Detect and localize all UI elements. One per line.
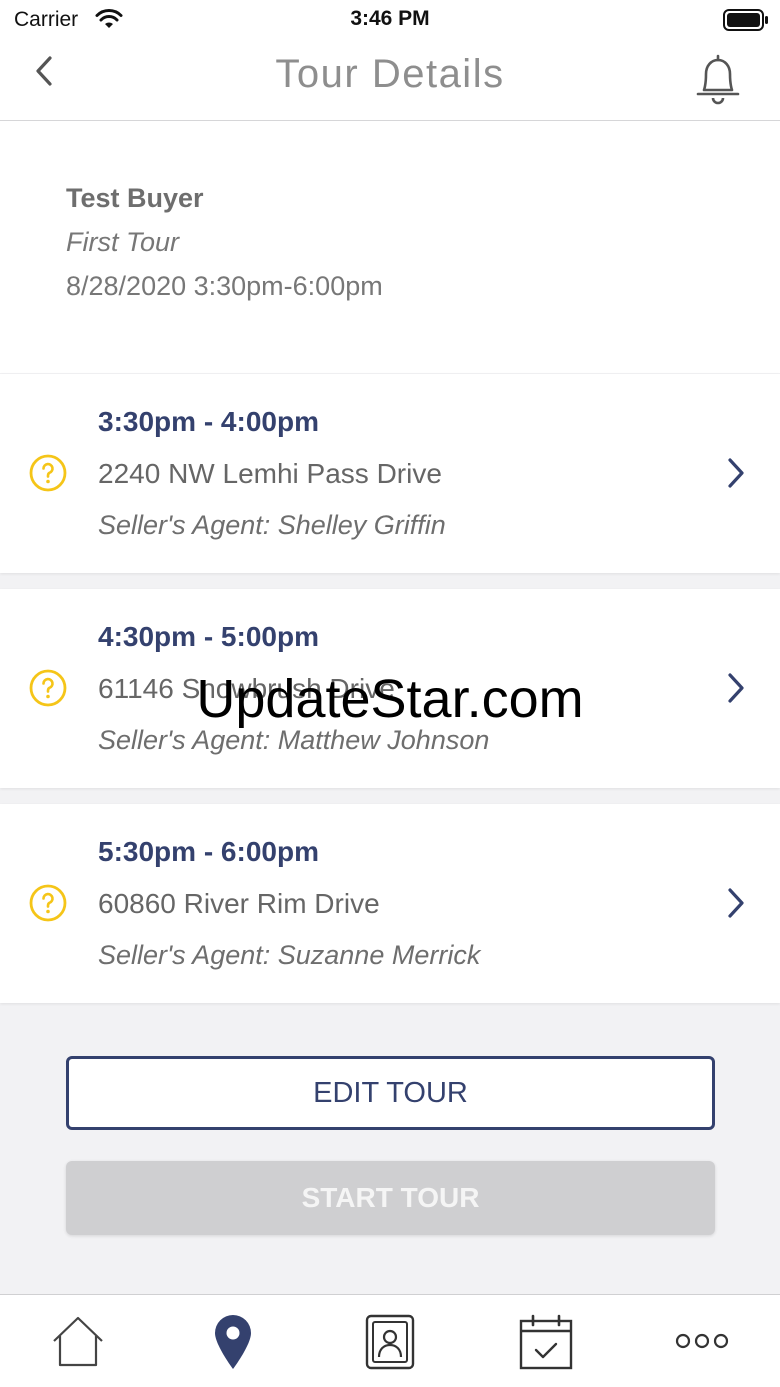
buyer-name: Test Buyer <box>66 183 204 213</box>
bell-icon <box>696 54 740 105</box>
stop-card[interactable]: 5:30pm - 6:00pm 60860 River Rim Drive Se… <box>0 804 780 1003</box>
battery-icon <box>723 9 768 31</box>
stop-card[interactable]: 3:30pm - 4:00pm 2240 NW Lemhi Pass Drive… <box>0 374 780 573</box>
stop-time: 5:30pm - 6:00pm <box>98 836 319 867</box>
question-circle-icon <box>29 669 67 707</box>
more-icon <box>675 1333 729 1349</box>
status-bar: Carrier 3:46 PM <box>0 0 780 40</box>
question-circle-icon <box>29 884 67 922</box>
stop-time: 3:30pm - 4:00pm <box>98 406 319 437</box>
home-icon <box>53 1316 103 1367</box>
nav-bar: Tour Details <box>0 40 780 121</box>
stop-address: 61146 Snowbrush Drive <box>98 673 395 704</box>
contacts-icon <box>365 1314 415 1370</box>
tour-name: First Tour <box>66 227 180 257</box>
notifications-button[interactable] <box>690 50 746 106</box>
calendar-check-icon <box>519 1314 573 1370</box>
stop-agent: Seller's Agent: Shelley Griffin <box>98 510 446 540</box>
stop-time: 4:30pm - 5:00pm <box>98 621 319 652</box>
question-circle-icon <box>29 454 67 492</box>
clock: 3:46 PM <box>350 7 430 30</box>
stop-address: 2240 NW Lemhi Pass Drive <box>98 458 442 489</box>
tab-calendar[interactable] <box>486 1295 606 1387</box>
tour-datetime: 8/28/2020 3:30pm-6:00pm <box>66 271 383 301</box>
tour-summary: Test Buyer First Tour 8/28/2020 3:30pm-6… <box>0 121 780 373</box>
map-pin-icon <box>215 1315 251 1369</box>
stop-agent: Seller's Agent: Matthew Johnson <box>98 725 490 755</box>
start-tour-button: START TOUR <box>66 1161 715 1235</box>
chevron-right-icon <box>728 458 744 488</box>
tab-contacts[interactable] <box>330 1295 450 1387</box>
page-title: Tour Details <box>275 52 505 96</box>
stop-address: 60860 River Rim Drive <box>98 888 380 919</box>
chevron-right-icon <box>728 673 744 703</box>
tab-tours[interactable] <box>173 1295 293 1387</box>
stop-card[interactable]: 4:30pm - 5:00pm 61146 Snowbrush Drive Se… <box>0 589 780 788</box>
stop-agent: Seller's Agent: Suzanne Merrick <box>98 940 481 970</box>
tab-home[interactable] <box>18 1295 138 1387</box>
tab-more[interactable] <box>642 1295 762 1387</box>
tab-bar <box>0 1294 780 1387</box>
edit-tour-button[interactable]: EDIT TOUR <box>66 1056 715 1130</box>
chevron-right-icon <box>728 888 744 918</box>
